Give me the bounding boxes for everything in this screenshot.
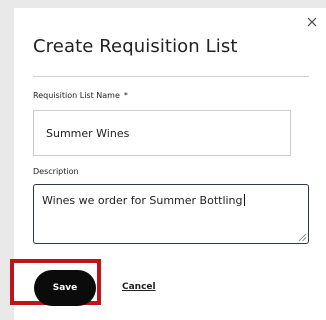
description-value-text: Wines we order for Summer Bottling bbox=[42, 194, 243, 207]
text-caret bbox=[243, 194, 245, 206]
cancel-link[interactable]: Cancel bbox=[122, 282, 156, 292]
save-button[interactable]: Save bbox=[34, 270, 96, 306]
close-icon[interactable] bbox=[304, 14, 320, 30]
requisition-list-name-label-text: Requisition List Name bbox=[33, 91, 120, 100]
description-label: Description bbox=[33, 167, 79, 176]
title-divider bbox=[33, 76, 309, 77]
create-requisition-list-dialog: Create Requisition List Requisition List… bbox=[10, 8, 326, 320]
description-value: Wines we order for Summer Bottling bbox=[42, 194, 245, 207]
requisition-list-name-label: Requisition List Name * bbox=[33, 91, 128, 100]
resize-grip-icon[interactable] bbox=[298, 233, 306, 241]
description-textarea[interactable]: Wines we order for Summer Bottling bbox=[33, 184, 309, 244]
close-icon-glyph bbox=[307, 17, 317, 27]
dialog-title: Create Requisition List bbox=[33, 36, 238, 57]
required-marker: * bbox=[123, 91, 128, 100]
requisition-list-name-input[interactable] bbox=[33, 110, 291, 156]
